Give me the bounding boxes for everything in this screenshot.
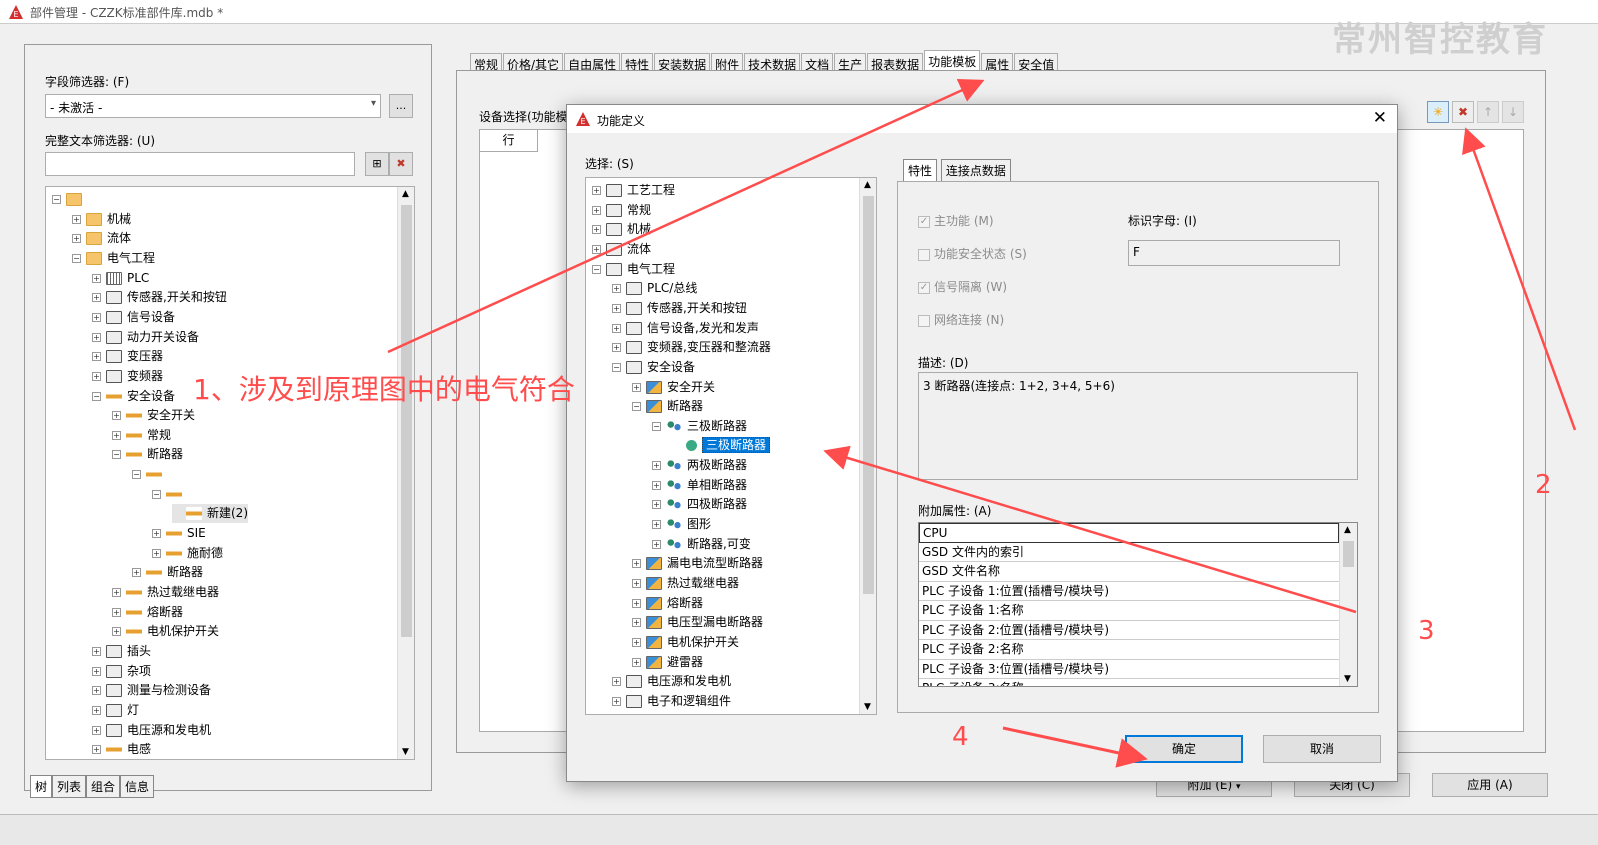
annotation-arrows (387, 78, 1577, 768)
arrow-1 (387, 78, 985, 354)
arrow-4 (1002, 726, 1148, 768)
annotation-number-4: 4 (952, 722, 969, 752)
arrow-2 (1462, 127, 1577, 431)
annotation-text-1: 1、涉及到原理图中的电气符合 (193, 373, 575, 406)
annotation-number-3: 3 (1418, 616, 1435, 646)
arrow-3 (823, 445, 1357, 614)
annotation-number-2: 2 (1535, 470, 1552, 500)
